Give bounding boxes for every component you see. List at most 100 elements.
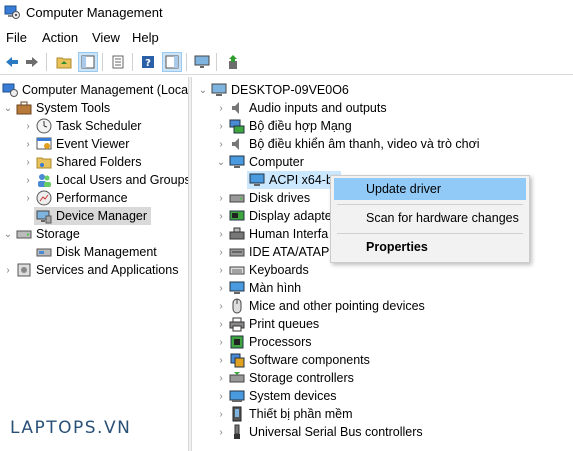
device-category-human-interface[interactable]: › Human Interfa — [215, 225, 328, 243]
device-category-keyboards[interactable]: › Keyboards — [215, 261, 308, 279]
help-icon[interactable]: ? — [138, 52, 158, 72]
pane-splitter[interactable] — [188, 77, 192, 451]
monitor-icon — [229, 280, 245, 296]
network-adapter-icon — [229, 118, 245, 134]
chevron-right-icon[interactable]: › — [215, 189, 227, 207]
menu-scan-hardware[interactable]: Scan for hardware changes — [334, 207, 526, 229]
usb-icon — [229, 424, 245, 440]
menu-properties[interactable]: Properties — [334, 236, 526, 258]
console-tree: Computer Management (Local ⌄ System Tool… — [0, 77, 188, 451]
device-category-usb-controllers[interactable]: › Universal Serial Bus controllers — [215, 423, 423, 441]
tree-item-storage[interactable]: ⌄ Storage — [2, 225, 80, 243]
tree-item-services-apps[interactable]: › Services and Applications — [2, 261, 178, 279]
chevron-right-icon[interactable]: › — [215, 351, 227, 369]
device-category-audio-inputs[interactable]: › Audio inputs and outputs — [215, 99, 386, 117]
chevron-right-icon[interactable]: › — [215, 423, 227, 441]
svg-text:?: ? — [145, 58, 151, 69]
chevron-right-icon[interactable]: › — [22, 171, 34, 189]
menu-help[interactable]: Help — [132, 30, 159, 45]
chevron-right-icon[interactable]: › — [215, 243, 227, 261]
chevron-right-icon[interactable]: › — [215, 297, 227, 315]
users-icon — [36, 172, 52, 188]
properties-icon[interactable] — [108, 52, 128, 72]
device-tree: ⌄ DESKTOP-09VE0O6 › Audio inputs and out… — [193, 77, 573, 451]
chevron-right-icon[interactable]: › — [22, 135, 34, 153]
tree-item-device-manager[interactable]: Device Manager — [34, 207, 152, 225]
device-category-software-devices[interactable]: › Thiết bị phần mềm — [215, 405, 353, 423]
chevron-right-icon[interactable]: › — [215, 405, 227, 423]
window-title: Computer Management — [26, 5, 163, 20]
tree-item-performance[interactable]: › Performance — [22, 189, 128, 207]
computer-management-icon — [2, 82, 18, 98]
tree-item-event-viewer[interactable]: › Event Viewer — [22, 135, 129, 153]
chevron-right-icon[interactable]: › — [2, 261, 14, 279]
device-category-disk-drives[interactable]: › Disk drives — [215, 189, 310, 207]
chevron-right-icon[interactable]: › — [215, 261, 227, 279]
action-pane-icon[interactable] — [162, 52, 182, 72]
menu-bar: File Action View Help — [0, 27, 573, 47]
chevron-down-icon[interactable]: ⌄ — [215, 153, 227, 171]
menu-file[interactable]: File — [6, 30, 27, 45]
chevron-right-icon[interactable]: › — [215, 207, 227, 225]
tree-root[interactable]: Computer Management (Local — [2, 81, 188, 99]
chevron-right-icon[interactable]: › — [215, 315, 227, 333]
update-driver-icon[interactable] — [224, 52, 244, 72]
menu-separator — [337, 204, 523, 205]
device-category-system-devices[interactable]: › System devices — [215, 387, 336, 405]
device-category-storage-controllers[interactable]: › Storage controllers — [215, 369, 354, 387]
device-category-ide-ata[interactable]: › IDE ATA/ATAPI — [215, 243, 333, 261]
disk-drive-icon — [229, 190, 245, 206]
chevron-right-icon[interactable]: › — [215, 99, 227, 117]
device-category-processors[interactable]: › Processors — [215, 333, 311, 351]
device-acpi-x64[interactable]: ACPI x64-b — [247, 171, 341, 189]
device-category-sound-video-game[interactable]: › Bộ điều khiển âm thanh, video và trò c… — [215, 135, 479, 153]
chevron-right-icon[interactable]: › — [22, 117, 34, 135]
title-bar: Computer Management — [0, 0, 573, 25]
chevron-right-icon[interactable]: › — [215, 225, 227, 243]
tree-item-shared-folders[interactable]: › Shared Folders — [22, 153, 141, 171]
chevron-down-icon[interactable]: ⌄ — [197, 81, 209, 99]
up-folder-icon[interactable] — [54, 52, 74, 72]
chevron-right-icon[interactable]: › — [215, 387, 227, 405]
computer-icon — [211, 82, 227, 98]
display-adapter-icon — [229, 208, 245, 224]
menu-view[interactable]: View — [92, 30, 120, 45]
software-device-icon — [229, 406, 245, 422]
device-tree-root[interactable]: ⌄ DESKTOP-09VE0O6 — [197, 81, 349, 99]
event-viewer-icon — [36, 136, 52, 152]
back-arrow-icon[interactable] — [2, 52, 22, 72]
chevron-right-icon[interactable]: › — [22, 189, 34, 207]
ide-controller-icon — [229, 244, 245, 260]
device-category-display-adapters[interactable]: › Display adapte — [215, 207, 331, 225]
chevron-down-icon[interactable]: ⌄ — [2, 99, 14, 117]
device-category-network-adapters[interactable]: › Bộ điều hợp Mạng — [215, 117, 352, 135]
tree-root-label: Computer Management (Local — [22, 83, 188, 97]
chevron-right-icon[interactable]: › — [215, 333, 227, 351]
device-category-print-queues[interactable]: › Print queues — [215, 315, 319, 333]
chevron-right-icon[interactable]: › — [215, 117, 227, 135]
device-category-mice[interactable]: › Mice and other pointing devices — [215, 297, 425, 315]
hid-icon — [229, 226, 245, 242]
chevron-right-icon[interactable]: › — [215, 369, 227, 387]
device-category-computer[interactable]: ⌄ Computer — [215, 153, 304, 171]
forward-arrow-icon[interactable] — [22, 52, 42, 72]
tree-item-system-tools[interactable]: ⌄ System Tools — [2, 99, 110, 117]
show-hide-tree-icon[interactable] — [78, 52, 98, 72]
monitor-icon — [229, 154, 245, 170]
shared-folder-icon — [36, 154, 52, 170]
tree-item-task-scheduler[interactable]: › Task Scheduler — [22, 117, 141, 135]
menu-action[interactable]: Action — [42, 30, 78, 45]
tree-item-disk-management[interactable]: Disk Management — [34, 243, 157, 261]
device-category-monitors[interactable]: › Màn hình — [215, 279, 301, 297]
printer-icon — [229, 316, 245, 332]
menu-update-driver[interactable]: Update driver — [334, 178, 526, 200]
device-category-software-components[interactable]: › Software components — [215, 351, 370, 369]
chevron-right-icon[interactable]: › — [215, 279, 227, 297]
chevron-right-icon[interactable]: › — [215, 135, 227, 153]
keyboard-icon — [229, 262, 245, 278]
chevron-down-icon[interactable]: ⌄ — [2, 225, 14, 243]
tree-item-local-users[interactable]: › Local Users and Groups — [22, 171, 188, 189]
monitor-icon[interactable] — [192, 52, 212, 72]
computer-management-icon — [4, 5, 20, 19]
chevron-right-icon[interactable]: › — [22, 153, 34, 171]
